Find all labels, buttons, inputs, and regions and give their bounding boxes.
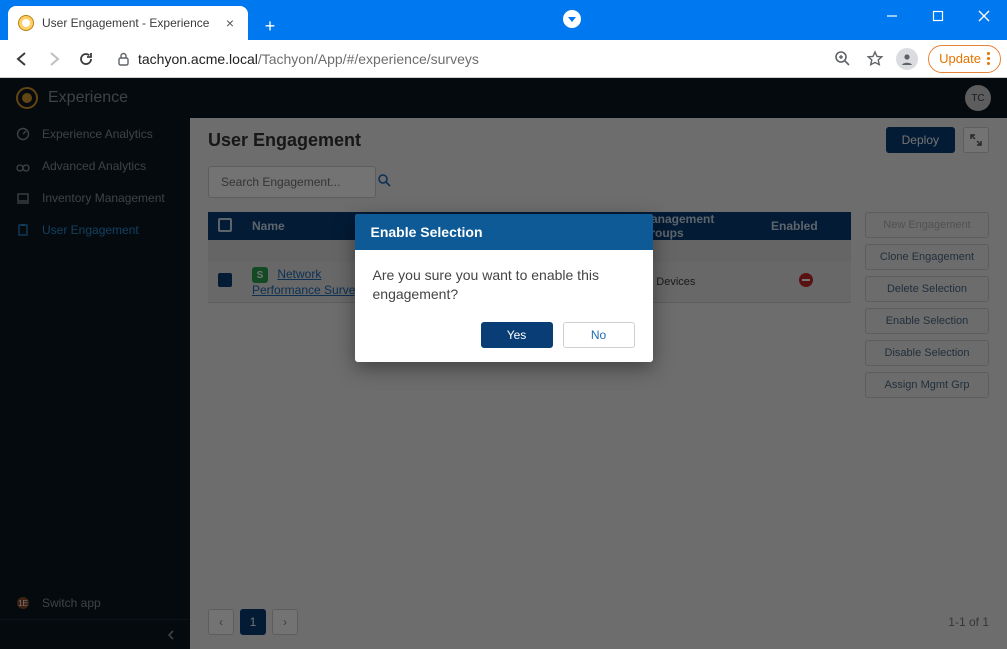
bookmark-star-icon[interactable] [864, 48, 886, 70]
modal-overlay[interactable] [0, 78, 1007, 649]
url-host: tachyon.acme.local [138, 51, 258, 67]
browser-tab[interactable]: User Engagement - Experience × [8, 6, 248, 40]
url-path: /Tachyon/App/#/experience/surveys [258, 51, 479, 67]
zoom-icon[interactable] [832, 48, 854, 70]
modal-footer: Yes No [355, 314, 653, 362]
tab-close-icon[interactable]: × [222, 15, 238, 31]
back-button[interactable] [6, 43, 38, 75]
window-close-button[interactable] [961, 0, 1007, 32]
enable-selection-modal: Enable Selection Are you sure you want t… [355, 214, 653, 362]
app-frame: Experience TC Experience Analytics Advan… [0, 78, 1007, 649]
window-minimize-button[interactable] [869, 0, 915, 32]
modal-yes-button[interactable]: Yes [481, 322, 553, 348]
tab-title: User Engagement - Experience [42, 16, 222, 30]
modal-no-button[interactable]: No [563, 322, 635, 348]
modal-body: Are you sure you want to enable this eng… [355, 250, 653, 314]
update-label: Update [939, 51, 981, 66]
kebab-icon [987, 52, 990, 65]
favicon-icon [18, 15, 34, 31]
toolbar-right: Update [832, 45, 1001, 73]
update-button[interactable]: Update [928, 45, 1001, 73]
profile-avatar-icon[interactable] [896, 48, 918, 70]
window-maximize-button[interactable] [915, 0, 961, 32]
lock-icon [108, 52, 138, 66]
new-tab-button[interactable]: + [256, 12, 284, 40]
browser-toolbar: tachyon.acme.local/Tachyon/App/#/experie… [0, 40, 1007, 78]
extension-icon[interactable] [563, 10, 581, 28]
window-titlebar: User Engagement - Experience × + [0, 0, 1007, 40]
window-controls [869, 0, 1007, 32]
tab-strip: User Engagement - Experience × + [0, 0, 284, 40]
modal-title: Enable Selection [355, 214, 653, 250]
browser-window: User Engagement - Experience × + [0, 0, 1007, 649]
address-bar[interactable]: tachyon.acme.local/Tachyon/App/#/experie… [108, 44, 818, 74]
forward-button[interactable] [38, 43, 70, 75]
reload-button[interactable] [70, 43, 102, 75]
